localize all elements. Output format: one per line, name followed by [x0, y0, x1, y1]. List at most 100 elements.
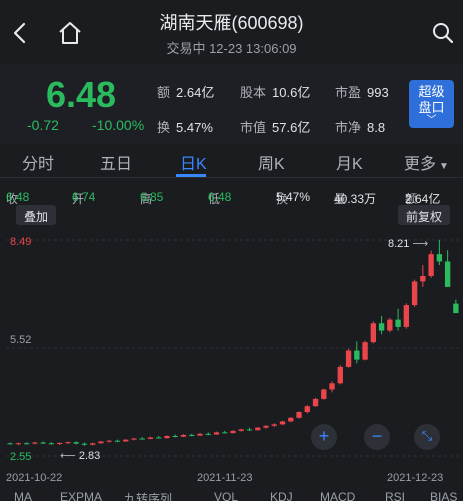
indicator-bias[interactable]: BIAS	[430, 490, 457, 501]
stat-turnover: 换 5.47%	[157, 120, 213, 135]
candle-body	[354, 350, 360, 360]
candle-body	[65, 442, 71, 444]
candle-body	[238, 429, 244, 431]
candle-body	[436, 254, 443, 262]
tab-intraday[interactable]: 分时	[22, 150, 54, 174]
candle-body	[123, 439, 129, 442]
x-axis-label-end: 2021-12-23	[387, 472, 444, 484]
max-price-annotation: 8.21 ⟶	[388, 238, 429, 250]
candle-body	[378, 323, 385, 331]
candle-body	[444, 261, 451, 287]
candle-body	[296, 412, 302, 418]
indicator-ma[interactable]: MA	[14, 490, 32, 501]
candle-body	[40, 442, 46, 444]
low-value: 6.48	[208, 190, 232, 204]
last-price: 6.48	[46, 74, 117, 115]
candle-body	[7, 443, 13, 445]
quote-panel: 6.48 -0.72 -10.00% 额 2.64亿 股本 10.6亿 市盈 993 …	[0, 64, 463, 144]
candle-body	[106, 440, 112, 442]
price-change: -0.72	[27, 117, 59, 133]
candle-body	[180, 434, 187, 437]
candle-body	[164, 436, 170, 439]
candle-body	[156, 437, 162, 439]
candle-body	[271, 424, 277, 426]
fullscreen-icon[interactable]: ⤡	[414, 424, 440, 450]
candle-body	[387, 319, 393, 331]
indicator-kdj[interactable]: KDJ	[270, 490, 293, 501]
candle-body	[288, 417, 294, 422]
volume-value: 40.33万	[334, 192, 377, 206]
stat-pb: 市净 8.8	[335, 120, 386, 135]
candle-body	[263, 425, 269, 428]
stat-market-cap: 市值 57.6亿	[240, 120, 311, 135]
tab-monthly-k[interactable]: 月K	[336, 150, 363, 174]
candle-body	[172, 436, 178, 437]
chart-period-tabs: 分时 五日 日K 周K 月K 更多 ▼	[0, 144, 463, 178]
x-axis-label-start: 2021-10-22	[6, 472, 63, 484]
candle-body	[139, 438, 145, 440]
tab-more[interactable]: 更多 ▼	[404, 150, 449, 174]
candle-body	[48, 443, 55, 445]
price-change-percent: -10.00%	[92, 117, 145, 133]
candle-body	[197, 433, 203, 436]
trading-status: 交易中 12-23 13:06:09	[166, 41, 297, 56]
candle-body	[98, 441, 104, 444]
candle-body	[279, 421, 286, 425]
indicator-vol[interactable]: VOL	[214, 490, 238, 501]
y-axis-max-label: 8.49	[10, 236, 32, 248]
candle-body	[411, 281, 418, 306]
candle-body	[222, 432, 228, 434]
zoom-out-icon[interactable]: −	[364, 424, 390, 450]
close-value: 6.48	[6, 190, 30, 204]
open-value: 6.74	[72, 190, 96, 204]
tab-daily-k[interactable]: 日K	[180, 150, 207, 174]
indicator-expma[interactable]: EXPMA	[60, 490, 102, 501]
candle-body	[329, 383, 335, 390]
candle-body	[304, 406, 310, 412]
zoom-in-icon[interactable]: +	[311, 424, 337, 450]
candle-body	[337, 366, 343, 384]
chevron-down-icon: ﹀	[426, 115, 437, 126]
candlestick-chart[interactable]	[0, 228, 463, 468]
y-axis-mid-label: 5.52	[10, 334, 32, 346]
candle-body	[395, 319, 401, 327]
super-orderbook-button[interactable]: 超级 盘口 ﹀	[409, 80, 454, 128]
stat-share-capital: 股本 10.6亿	[240, 85, 311, 100]
stat-pe: 市盈 993	[335, 85, 389, 100]
candle-body	[428, 254, 434, 276]
adjust-button[interactable]: 前复权	[398, 205, 451, 225]
turnover-value: 5.47%	[276, 190, 311, 204]
candle-body	[205, 433, 211, 435]
x-axis-label-mid: 2021-11-23	[197, 472, 253, 484]
candle-body	[255, 427, 261, 431]
high-value: 6.85	[140, 190, 164, 204]
candle-body	[312, 398, 319, 407]
indicator-macd[interactable]: MACD	[320, 490, 355, 501]
overlay-button[interactable]: 叠加	[16, 205, 57, 225]
candle-body	[403, 305, 410, 327]
active-tab-indicator	[176, 174, 206, 177]
candle-body	[73, 442, 79, 444]
indicator-nine-turn[interactable]: 九转序列	[124, 490, 172, 501]
candle-body	[89, 443, 96, 445]
caret-down-icon: ▼	[439, 161, 449, 172]
tab-five-day[interactable]: 五日	[100, 150, 132, 174]
candle-body	[56, 442, 63, 444]
y-axis-min-label: 2.55	[10, 451, 32, 463]
candle-body	[189, 434, 195, 436]
candle-body	[81, 443, 88, 445]
candle-body	[32, 442, 38, 444]
ohlc-row: 收 6.48 开 6.74 高 6.85 低 6.48 换 5.47% 量 40…	[6, 190, 441, 206]
candle-body	[345, 350, 352, 367]
indicator-rsi[interactable]: RSI	[385, 490, 405, 501]
header: 湖南天雁(600698) 交易中 12-23 13:06:09	[0, 0, 463, 64]
candle-body	[362, 342, 368, 360]
candle-body	[370, 323, 377, 343]
tab-weekly-k[interactable]: 周K	[258, 150, 285, 174]
candle-body	[453, 303, 459, 314]
min-price-annotation: ⟵ 2.83	[60, 450, 101, 462]
candle-body	[213, 432, 220, 435]
candle-body	[15, 443, 22, 445]
candle-body	[321, 389, 327, 399]
search-icon[interactable]	[429, 18, 457, 48]
